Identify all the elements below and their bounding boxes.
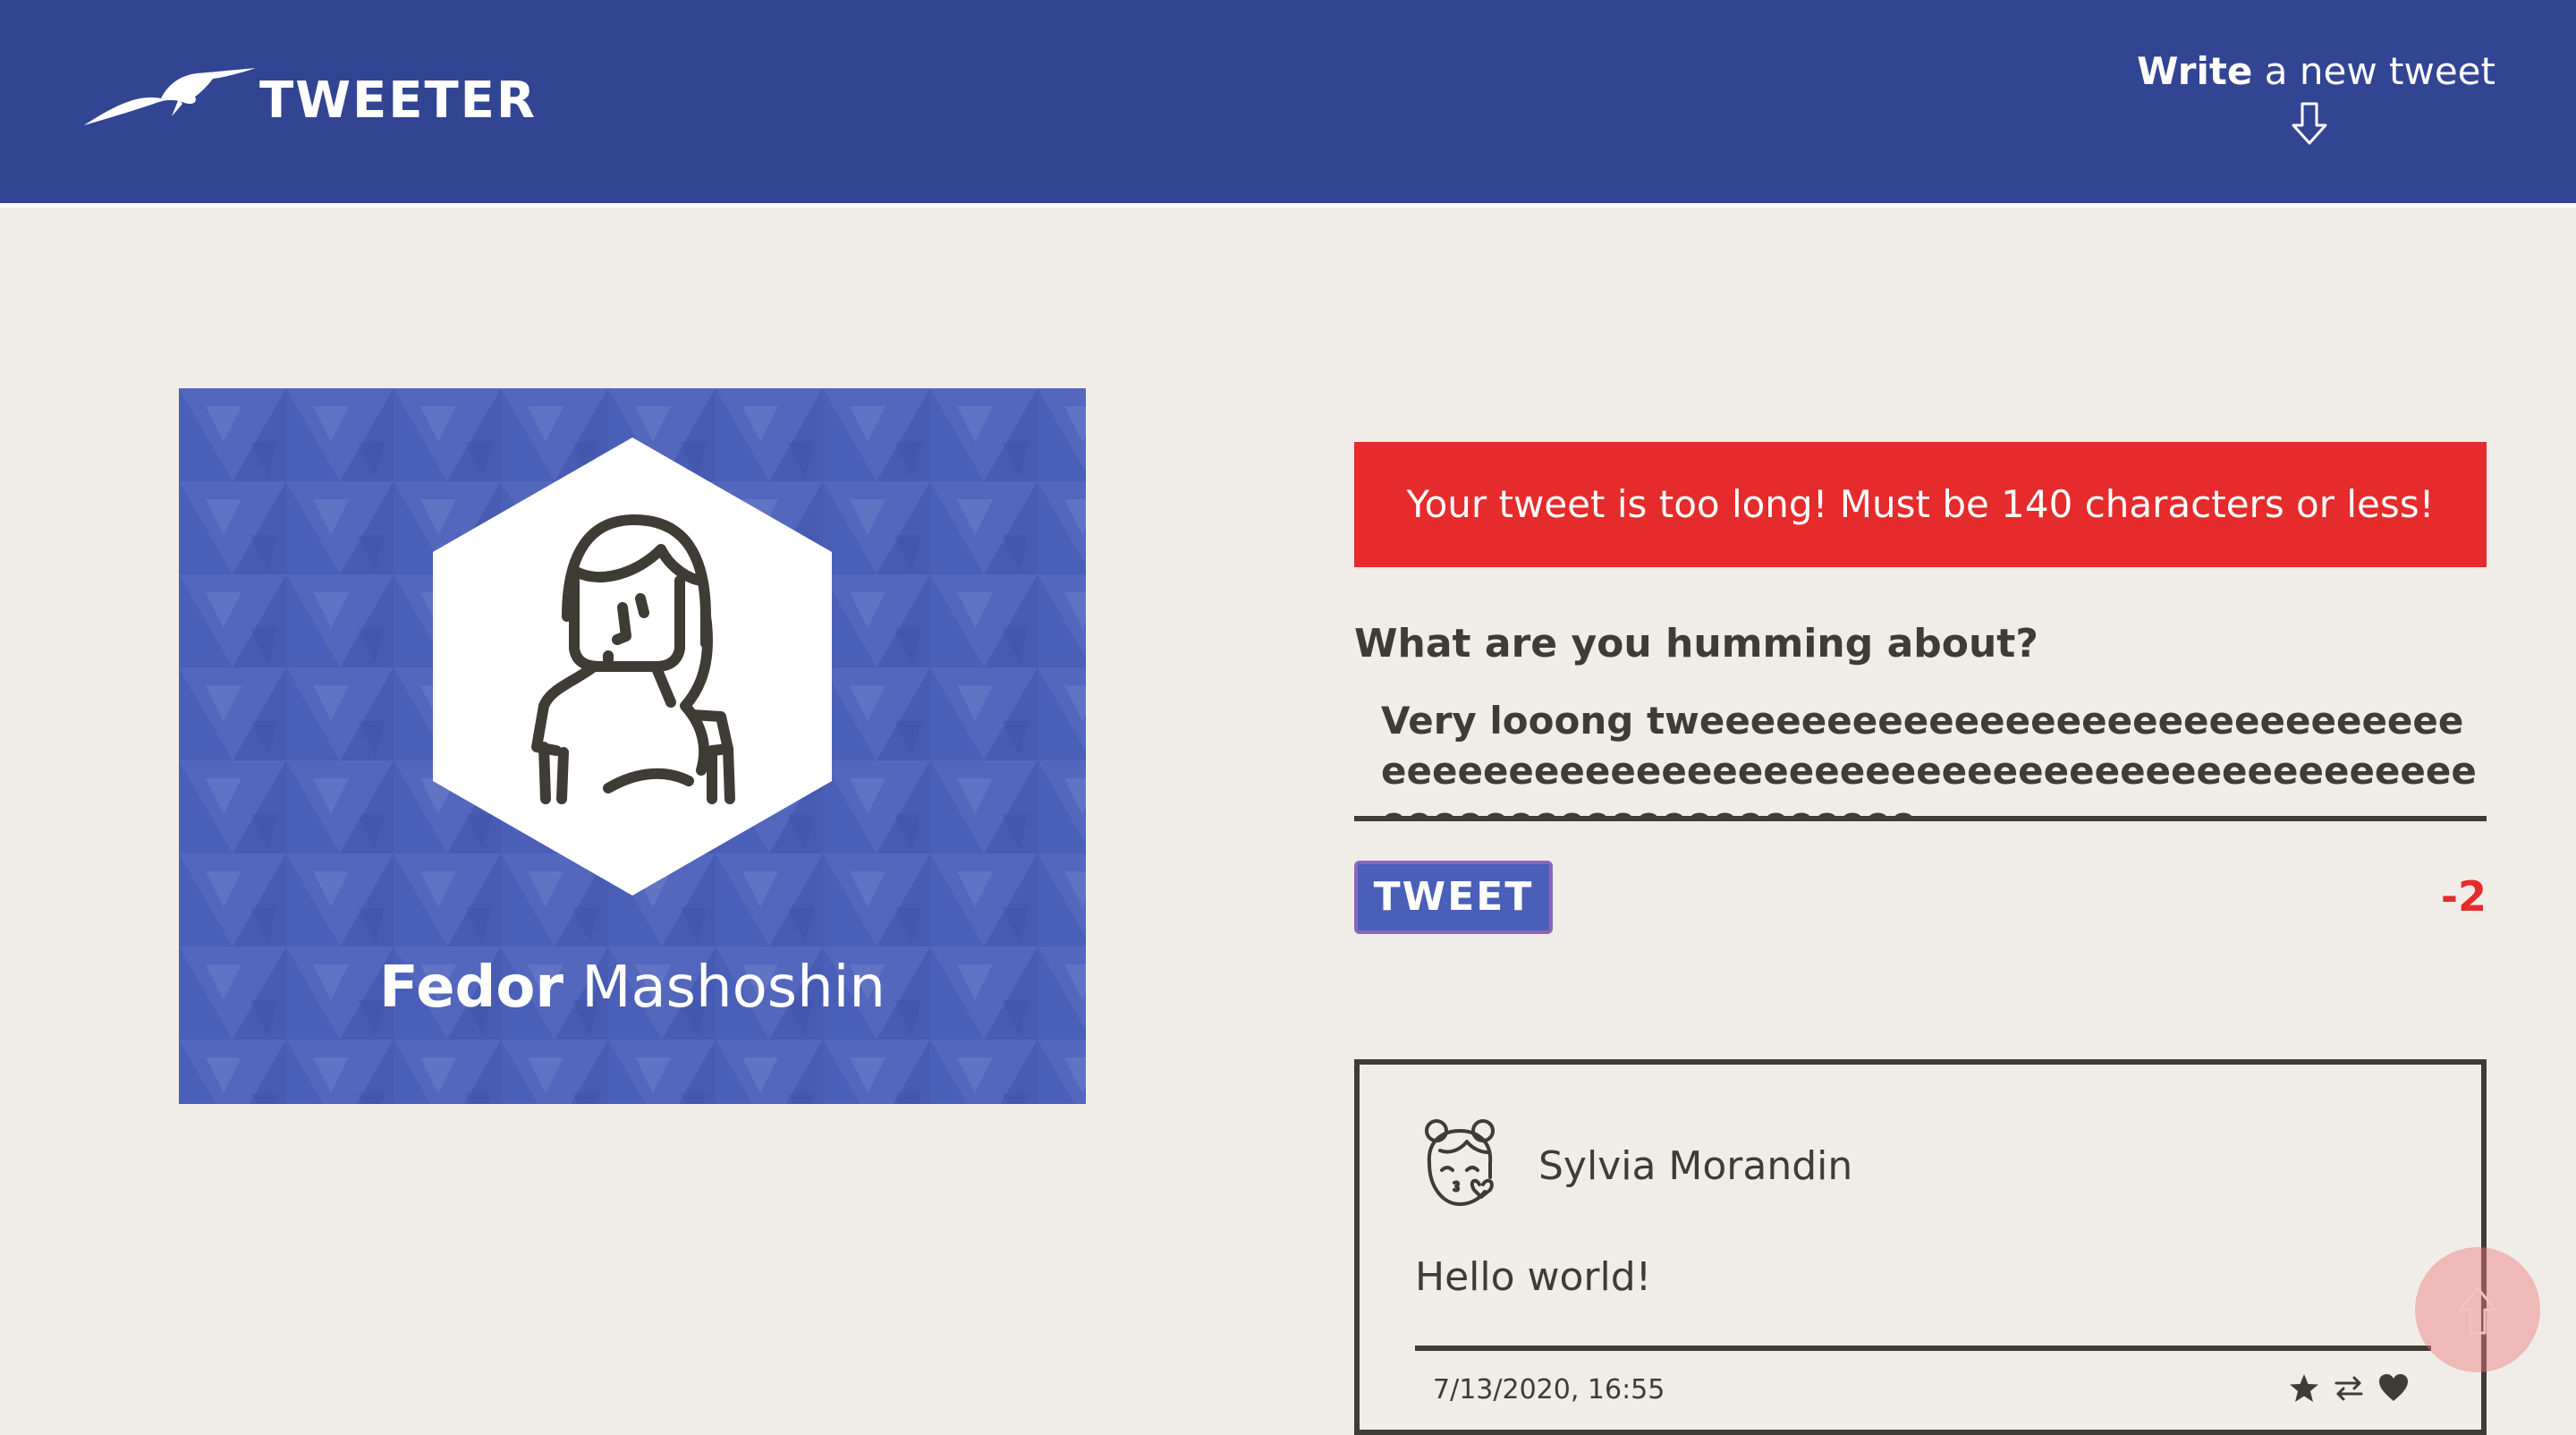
character-counter: -2 bbox=[2440, 872, 2487, 921]
scroll-to-top-button[interactable] bbox=[2415, 1247, 2540, 1372]
profile-last-name: Mashoshin bbox=[581, 955, 886, 1021]
profile-card: Fedor Mashoshin bbox=[179, 388, 1086, 1104]
error-message: Your tweet is too long! Must be 140 char… bbox=[1354, 442, 2487, 567]
compose-label: What are you humming about? bbox=[1354, 621, 2038, 667]
heart-icon[interactable] bbox=[2377, 1372, 2410, 1405]
top-nav: TWEETER Write a new tweet bbox=[0, 0, 2576, 208]
retweet-icon[interactable] bbox=[2333, 1372, 2365, 1405]
tweet-button[interactable]: TWEET bbox=[1354, 861, 1553, 934]
arrow-up-icon bbox=[2458, 1286, 2497, 1335]
bird-logo-icon bbox=[84, 68, 256, 125]
star-icon[interactable] bbox=[2288, 1372, 2320, 1405]
tweet-divider bbox=[1415, 1346, 2431, 1351]
write-new-tweet-toggle[interactable]: Write a new tweet bbox=[2120, 47, 2496, 145]
tweet-actions bbox=[2288, 1369, 2410, 1408]
write-label-bold: Write bbox=[2137, 49, 2253, 93]
tweet-card: Sylvia Morandin Hello world! 7/13/2020, … bbox=[1354, 1059, 2487, 1435]
profile-first-name: Fedor bbox=[379, 955, 564, 1021]
brand-title[interactable]: TWEETER bbox=[259, 70, 537, 132]
tweet-timestamp: 7/13/2020, 16:55 bbox=[1433, 1374, 1665, 1405]
user-avatar bbox=[1425, 1119, 1495, 1206]
tweet-content: Hello world! bbox=[1415, 1254, 1652, 1300]
tweet-textarea[interactable]: Very looong tweeeeeeeeeeeeeeeeeeeeeeeeee… bbox=[1354, 696, 2487, 821]
write-new-tweet-label: Write a new tweet bbox=[2120, 47, 2496, 97]
write-label-rest: a new tweet bbox=[2252, 49, 2496, 93]
profile-name: Fedor Mashoshin bbox=[179, 952, 1086, 1023]
arrow-down-icon[interactable] bbox=[2292, 102, 2327, 145]
profile-avatar bbox=[433, 437, 832, 896]
tweet-author-name[interactable]: Sylvia Morandin bbox=[1538, 1140, 1852, 1193]
